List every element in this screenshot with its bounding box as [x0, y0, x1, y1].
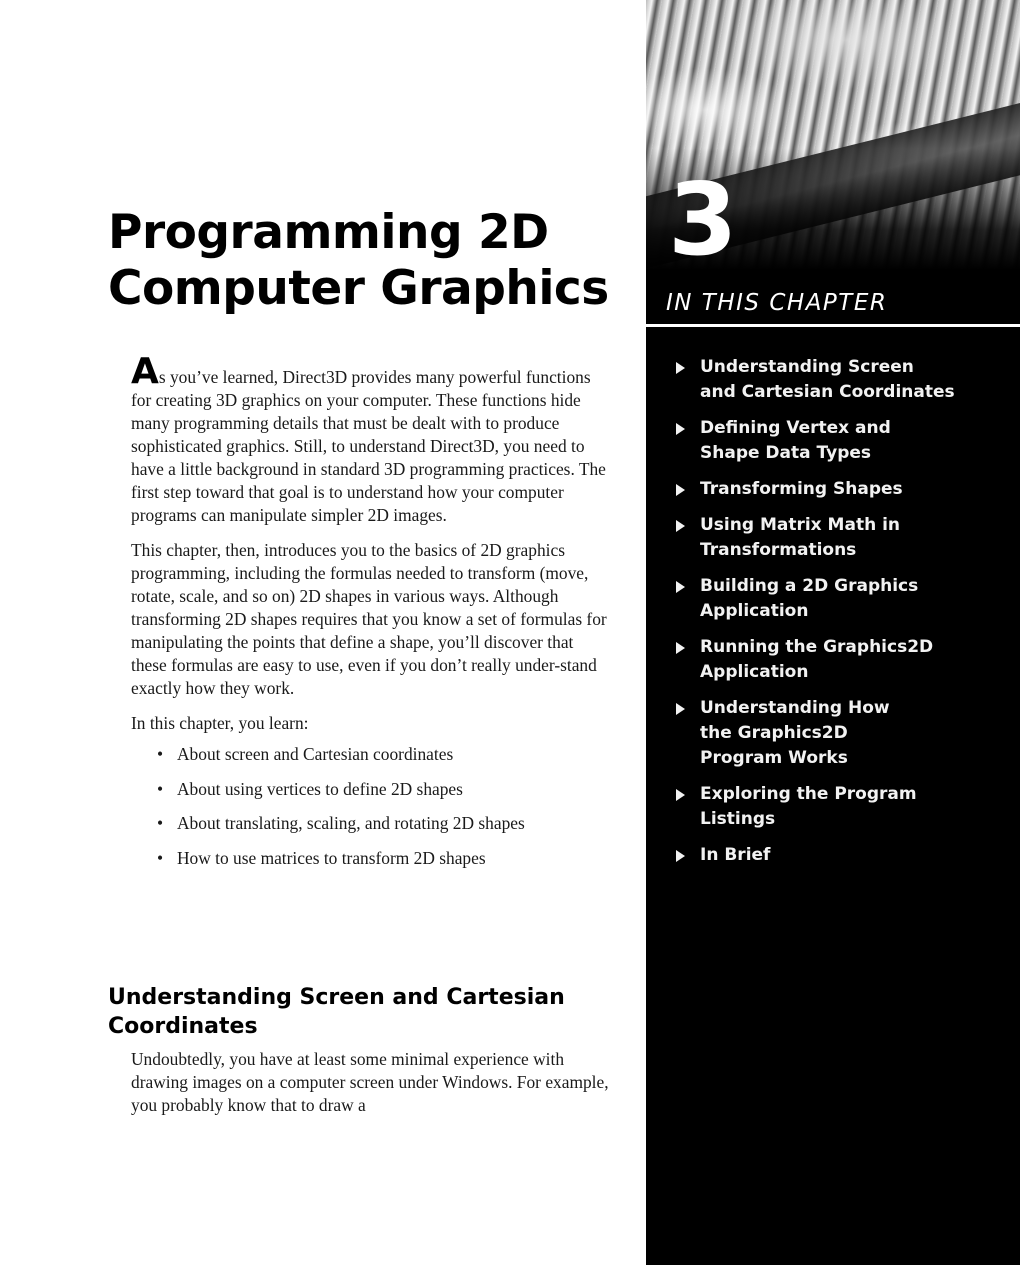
panel-divider	[646, 324, 1020, 327]
right-triangle-icon	[676, 703, 685, 715]
bullet-icon: •	[157, 744, 164, 764]
learn-item: • About using vertices to define 2D shape…	[157, 778, 611, 801]
intro-paragraph-2: This chapter, then, introduces you to th…	[131, 540, 607, 698]
right-triangle-icon	[676, 423, 685, 435]
bullet-icon: •	[157, 813, 164, 833]
right-triangle-icon	[676, 850, 685, 862]
topic-label: Defining Vertex and Shape Data Types	[700, 418, 891, 463]
topic-label: Running the Graphics2D Application	[700, 637, 934, 682]
right-triangle-icon	[676, 484, 685, 496]
chapter-topics-list: Understanding Screen and Cartesian Coord…	[646, 355, 1020, 879]
right-triangle-icon	[676, 581, 685, 593]
topic-item: Transforming Shapes	[646, 477, 1020, 502]
intro-paragraph-1-text: s you’ve learned, Direct3D provides many…	[131, 367, 606, 525]
right-triangle-icon	[676, 789, 685, 801]
topic-label: Transforming Shapes	[700, 479, 903, 499]
drop-cap: A	[131, 351, 159, 392]
chapter-side-panel: 3 IN THIS CHAPTER Understanding Screen a…	[646, 0, 1020, 1265]
topic-label: Exploring the Program Listings	[700, 784, 917, 829]
topic-label: Understanding How the Graphics2D Program…	[700, 698, 890, 768]
chapter-number: 3	[668, 161, 738, 278]
learn-item-text: About translating, scaling, and rotating…	[177, 813, 525, 833]
learn-item-text: About using vertices to define 2D shapes	[177, 778, 463, 799]
chapter-title-line-2: Computer Graphics	[108, 261, 609, 316]
topic-label: In Brief	[700, 845, 771, 865]
topic-label: Understanding Screen and Cartesian Coord…	[700, 357, 955, 402]
topic-item: Using Matrix Math in Transformations	[646, 513, 1020, 563]
right-triangle-icon	[676, 642, 685, 654]
learn-item: • About translating, scaling, and rotatin…	[157, 812, 611, 835]
right-triangle-icon	[676, 520, 685, 532]
topic-item: In Brief	[646, 843, 1020, 868]
intro-paragraph-1: As you’ve learned, Direct3D provides man…	[131, 354, 611, 527]
learn-list: • About screen and Cartesian coordinates …	[131, 743, 611, 870]
learn-item: • About screen and Cartesian coordinates	[157, 743, 611, 766]
topic-label: Building a 2D Graphics Application	[700, 576, 919, 621]
chapter-title: Programming 2D Computer Graphics	[108, 205, 609, 317]
topic-item: Understanding How the Graphics2D Program…	[646, 696, 1020, 771]
learn-lead: In this chapter, you learn:	[131, 713, 309, 733]
section-body: Undoubtedly, you have at least some mini…	[131, 1049, 609, 1115]
topic-item: Defining Vertex and Shape Data Types	[646, 416, 1020, 466]
section-heading: Understanding Screen and Cartesian Coord…	[108, 985, 565, 1039]
learn-item-text: How to use matrices to transform 2D shap…	[177, 847, 486, 868]
bullet-icon: •	[157, 847, 164, 868]
topic-item: Running the Graphics2D Application	[646, 635, 1020, 685]
in-this-chapter-heading: IN THIS CHAPTER	[666, 290, 888, 316]
bullet-icon: •	[157, 778, 164, 799]
learn-item: • How to use matrices to transform 2D sha…	[157, 847, 611, 870]
right-triangle-icon	[676, 362, 685, 374]
learn-item-text: About screen and Cartesian coordinates	[177, 744, 454, 764]
intro-body: As you’ve learned, Direct3D provides man…	[131, 354, 611, 881]
chapter-title-line-1: Programming 2D	[108, 205, 549, 260]
topic-item: Understanding Screen and Cartesian Coord…	[646, 355, 1020, 405]
topic-item: Exploring the Program Listings	[646, 782, 1020, 832]
topic-item: Building a 2D Graphics Application	[646, 574, 1020, 624]
topic-label: Using Matrix Math in Transformations	[700, 515, 901, 560]
